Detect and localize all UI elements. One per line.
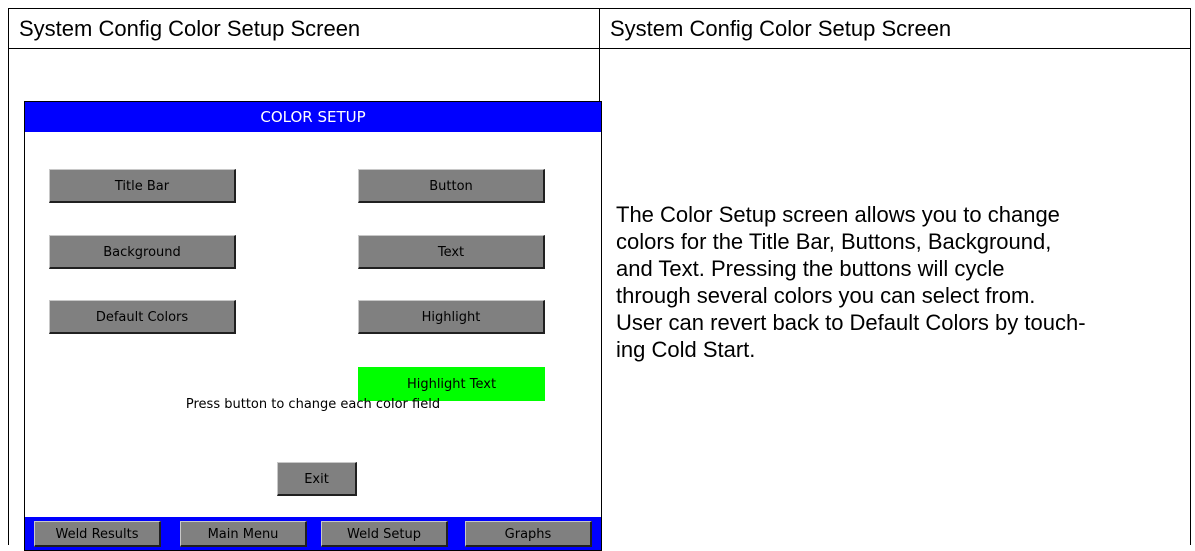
instruction-text: Press button to change each color field — [185, 397, 441, 412]
description-line: and Text. Pressing the buttons will cycl… — [616, 256, 1005, 281]
color-setup-screen: COLOR SETUP Title Bar Button Background … — [24, 101, 602, 551]
button-color-button[interactable]: Button — [358, 169, 545, 203]
title-bar-button[interactable]: Title Bar — [49, 169, 236, 203]
screenshot-cell: COLOR SETUP Title Bar Button Background … — [8, 48, 602, 551]
bottom-nav-bar: Weld Results Main Menu Weld Setup Graphs — [25, 517, 601, 550]
description-cell: The Color Setup screen allows you to cha… — [599, 48, 1191, 545]
background-button[interactable]: Background — [49, 235, 236, 269]
description-line: The Color Setup screen allows you to cha… — [616, 202, 1060, 227]
description-line: User can revert back to Default Colors b… — [616, 310, 1086, 335]
nav-main-menu[interactable]: Main Menu — [180, 521, 307, 547]
description-line: colors for the Title Bar, Buttons, Backg… — [616, 229, 1052, 254]
highlight-text-button[interactable]: Highlight Text — [358, 367, 545, 401]
header-right: System Config Color Setup Screen — [599, 8, 1191, 49]
highlight-button[interactable]: Highlight — [358, 300, 545, 334]
screen-title-bar: COLOR SETUP — [25, 102, 601, 132]
description-line: through several colors you can select fr… — [616, 283, 1036, 308]
description-line: ing Cold Start. — [616, 337, 756, 362]
header-left: System Config Color Setup Screen — [8, 8, 600, 49]
nav-weld-setup[interactable]: Weld Setup — [321, 521, 448, 547]
text-color-button[interactable]: Text — [358, 235, 545, 269]
description-text: The Color Setup screen allows you to cha… — [616, 201, 1176, 363]
exit-button[interactable]: Exit — [277, 462, 357, 496]
doc-table: System Config Color Setup Screen System … — [8, 8, 1191, 551]
default-colors-button[interactable]: Default Colors — [49, 300, 236, 334]
nav-graphs[interactable]: Graphs — [465, 521, 592, 547]
nav-weld-results[interactable]: Weld Results — [34, 521, 161, 547]
